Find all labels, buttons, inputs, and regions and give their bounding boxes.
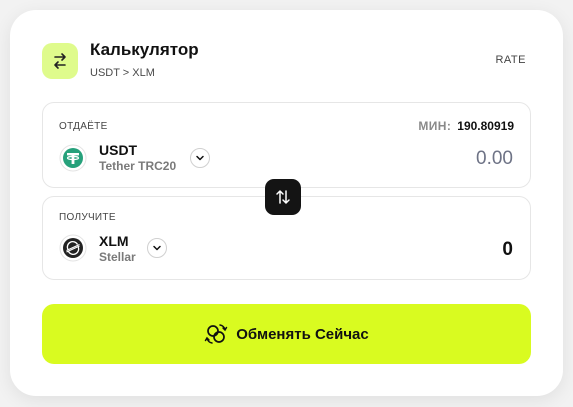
chevron-down-icon[interactable] (147, 238, 167, 258)
tether-icon (59, 144, 87, 172)
pair-subtitle: USDT > XLM (90, 67, 155, 79)
min-amount: МИН: 190.80919 (418, 119, 514, 133)
exchange-now-label: Обменять Сейчас (236, 325, 369, 343)
give-amount-input[interactable]: 0.00 (476, 148, 513, 170)
rate-link[interactable]: RATE (495, 54, 526, 66)
page-title: Калькулятор (90, 40, 199, 59)
give-coin-code[interactable]: USDT (99, 142, 137, 158)
min-value[interactable]: 190.80919 (457, 119, 514, 133)
stellar-icon (59, 234, 87, 262)
get-coin-network: Stellar (99, 250, 136, 264)
exchange-now-button[interactable]: Обменять Сейчас (42, 304, 531, 364)
give-label: ОТДАЁТЕ (59, 121, 108, 132)
get-coin-code[interactable]: XLM (99, 233, 129, 249)
arrows-left-right-icon (42, 43, 78, 79)
exchange-coins-icon (204, 324, 228, 344)
calculator-card: Калькулятор USDT > XLM RATE ОТДАЁТЕ МИН:… (10, 10, 563, 396)
get-amount-value: 0 (502, 239, 513, 260)
swap-button[interactable] (265, 179, 301, 215)
give-coin-network: Tether TRC20 (99, 159, 177, 173)
chevron-down-icon[interactable] (190, 148, 210, 168)
get-label: ПОЛУЧИТЕ (59, 212, 116, 223)
swap-vertical-icon (276, 190, 290, 204)
give-panel: ОТДАЁТЕ МИН: 190.80919 USDT Tether TRC20 … (42, 102, 531, 188)
min-label: МИН: (418, 119, 452, 133)
